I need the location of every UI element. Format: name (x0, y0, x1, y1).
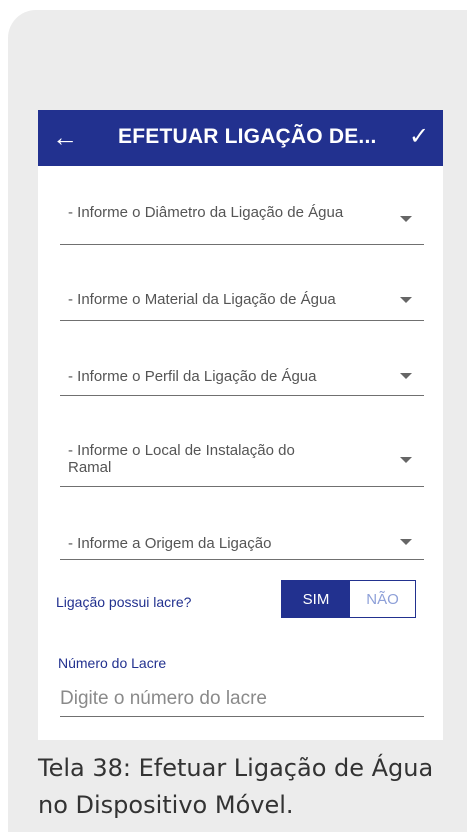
profile-select[interactable]: - Informe o Perfil da Ligação de Água (60, 357, 424, 396)
lacre-number-label: Número do Lacre (58, 655, 167, 671)
app-bar-title: EFETUAR LIGAÇÃO DE... (118, 125, 377, 148)
lacre-question: Ligação possui lacre? (56, 594, 192, 610)
dropdown-arrow-icon (400, 216, 412, 222)
app-bar: ← EFETUAR LIGAÇÃO DE... ✓ (38, 110, 443, 166)
check-icon[interactable]: ✓ (402, 120, 436, 154)
dropdown-arrow-icon (400, 297, 412, 303)
install-location-select[interactable]: - Informe o Local de Instalação do Ramal (60, 438, 424, 487)
origin-select[interactable]: - Informe a Origem da Ligação (60, 523, 424, 560)
diameter-select-label: - Informe o Diâmetro da Ligação de Água (68, 204, 344, 221)
origin-select-label: - Informe a Origem da Ligação (68, 535, 272, 552)
lacre-number-placeholder: Digite o número do lacre (60, 688, 267, 709)
material-select-label: - Informe o Material da Ligação de Água (68, 291, 336, 308)
install-location-select-label: - Informe o Local de Instalação do Ramal (68, 442, 295, 476)
material-select[interactable]: - Informe o Material da Ligação de Água (60, 280, 424, 321)
lacre-no-button[interactable]: NÃO (350, 581, 415, 617)
arrow-left-icon[interactable]: ← (48, 120, 82, 154)
dropdown-arrow-icon (400, 539, 412, 545)
mobile-screen: ← EFETUAR LIGAÇÃO DE... ✓ - Informe o Di… (38, 110, 443, 740)
lacre-toggle: SIM NÃO (281, 580, 416, 618)
profile-select-label: - Informe o Perfil da Ligação de Água (68, 368, 317, 385)
lacre-yes-button[interactable]: SIM (282, 581, 350, 617)
lacre-number-input[interactable]: Digite o número do lacre (60, 682, 424, 717)
dropdown-arrow-icon (400, 373, 412, 379)
figure-caption: Tela 38: Efetuar Ligação de Água no Disp… (38, 754, 434, 819)
diameter-select[interactable]: - Informe o Diâmetro da Ligação de Água (60, 198, 424, 245)
dropdown-arrow-icon (400, 457, 412, 463)
